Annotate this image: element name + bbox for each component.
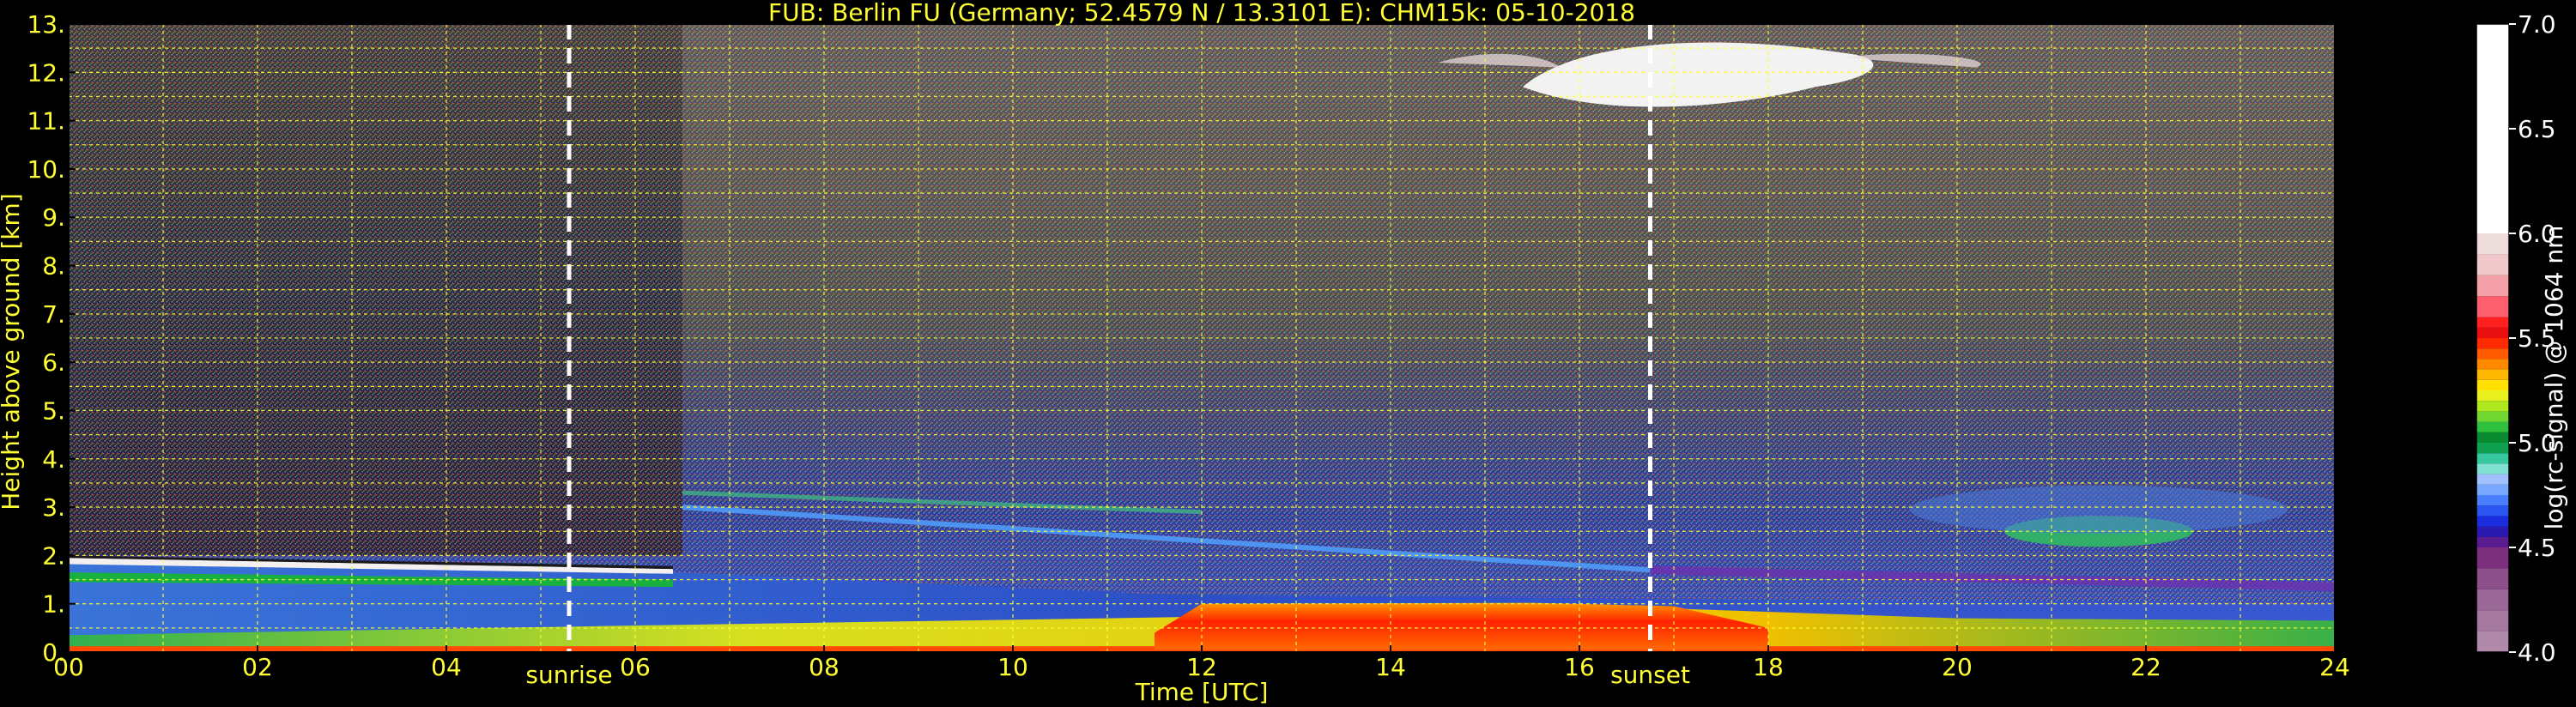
x-tick-label: 06 bbox=[620, 653, 651, 681]
y-tick-label: 0. bbox=[42, 638, 65, 667]
colorbar-swatch bbox=[2476, 505, 2509, 517]
x-tick-label: 16 bbox=[1564, 653, 1595, 681]
x-tick-label: 22 bbox=[2131, 653, 2161, 681]
colorbar-swatch bbox=[2476, 432, 2509, 443]
chart-svg: sunrise sunset 00 02 04 06 08 10 12 14 16 18 20 22 24… bbox=[0, 0, 2568, 706]
y-tick-label: 11. bbox=[27, 107, 65, 136]
colorbar-swatch bbox=[2476, 369, 2509, 380]
y-tick-label: 5. bbox=[42, 396, 65, 425]
y-tick-label: 10. bbox=[27, 155, 65, 184]
colorbar-swatch bbox=[2476, 547, 2509, 569]
y-tick-label: 6. bbox=[42, 348, 65, 377]
y-axis-label: Height above ground [km] bbox=[0, 193, 25, 511]
elevated-layer-halo bbox=[1910, 485, 2288, 534]
colorbar-swatch bbox=[2476, 379, 2509, 390]
y-tick-label: 8. bbox=[42, 252, 65, 281]
colorbar-swatch bbox=[2476, 516, 2509, 527]
x-tick-label: 24 bbox=[2319, 653, 2350, 681]
colorbar-tick-label: 6.5 bbox=[2518, 115, 2556, 143]
colorbar-swatch bbox=[2476, 24, 2509, 233]
colorbar-swatch bbox=[2476, 495, 2509, 506]
y-tick-label: 1. bbox=[42, 590, 65, 619]
y-tick-label: 13. bbox=[27, 10, 65, 39]
colorbar-swatch bbox=[2476, 296, 2509, 317]
sunset-label: sunset bbox=[1610, 661, 1690, 689]
colorbar-swatch bbox=[2476, 390, 2509, 402]
y-tick-label: 3. bbox=[42, 493, 65, 522]
x-tick-label: 02 bbox=[242, 653, 273, 681]
colorbar-swatch bbox=[2476, 568, 2509, 589]
colorbar-swatch bbox=[2476, 359, 2509, 370]
x-tick-label: 20 bbox=[1942, 653, 1973, 681]
convective-layer bbox=[1155, 602, 1768, 650]
colorbar-swatch bbox=[2476, 338, 2509, 349]
x-tick-label: 18 bbox=[1753, 653, 1784, 681]
chart-title: FUB: Berlin FU (Germany; 52.4579 N / 13.… bbox=[768, 0, 1635, 27]
colorbar-swatch bbox=[2476, 631, 2509, 652]
y-tick-label: 7. bbox=[42, 300, 65, 329]
colorbar-swatch bbox=[2476, 233, 2509, 255]
colorbar-swatch bbox=[2476, 484, 2509, 495]
colorbar-swatch bbox=[2476, 411, 2509, 422]
lidar-quicklook-figure: sunrise sunset 00 02 04 06 08 10 12 14 16 18 20 22 24… bbox=[0, 0, 2576, 707]
colorbar-swatch bbox=[2476, 421, 2509, 432]
colorbar-tick-label: 7.0 bbox=[2518, 10, 2556, 39]
x-tick-label: 08 bbox=[809, 653, 839, 681]
colorbar-swatch bbox=[2476, 443, 2509, 454]
colorbar-swatch bbox=[2476, 526, 2509, 537]
sunrise-label: sunrise bbox=[525, 661, 612, 689]
x-tick-label: 10 bbox=[997, 653, 1028, 681]
colorbar-swatch bbox=[2476, 348, 2509, 360]
y-tick-label: 9. bbox=[42, 203, 65, 232]
colorbar-swatch bbox=[2476, 401, 2509, 412]
y-tick-label: 4. bbox=[42, 445, 65, 474]
y-tick-label: 2. bbox=[42, 541, 65, 570]
colorbar-swatch bbox=[2476, 536, 2509, 547]
x-tick-label: 04 bbox=[431, 653, 462, 681]
colorbar-swatch bbox=[2476, 610, 2509, 631]
colorbar-label: log(rc-signal) @ 1064 nm bbox=[2540, 226, 2568, 530]
colorbar-tick-label: 4.0 bbox=[2518, 638, 2556, 667]
y-tick-label: 12. bbox=[27, 58, 65, 87]
colorbar-swatch bbox=[2476, 317, 2509, 328]
colorbar-swatch bbox=[2476, 327, 2509, 338]
x-tick-label: 14 bbox=[1375, 653, 1406, 681]
colorbar-swatch bbox=[2476, 275, 2509, 297]
colorbar-swatch bbox=[2476, 254, 2509, 275]
colorbar-swatch bbox=[2476, 453, 2509, 464]
colorbar-swatch bbox=[2476, 474, 2509, 485]
colorbar-swatch bbox=[2476, 589, 2509, 611]
colorbar-tick-label: 4.5 bbox=[2518, 534, 2556, 562]
colorbar-swatch bbox=[2476, 463, 2509, 474]
x-axis-label: Time [UTC] bbox=[1135, 678, 1269, 706]
